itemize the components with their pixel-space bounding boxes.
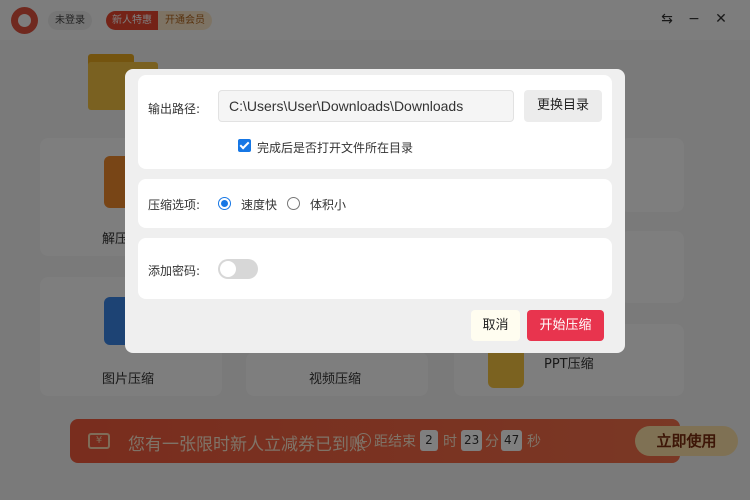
open-folder-checkbox[interactable] xyxy=(238,139,251,152)
output-path-input[interactable] xyxy=(218,90,514,122)
open-folder-label[interactable]: 完成后是否打开文件所在目录 xyxy=(257,139,413,156)
password-panel: 添加密码: xyxy=(138,238,612,299)
output-path-label: 输出路径: xyxy=(148,102,201,116)
compress-option-label: 压缩选项: xyxy=(148,198,201,212)
radio-small-label[interactable]: 体积小 xyxy=(310,196,346,213)
output-path-panel: 输出路径: 更换目录 完成后是否打开文件所在目录 xyxy=(138,75,612,169)
radio-small[interactable] xyxy=(287,197,300,210)
radio-fast-label[interactable]: 速度快 xyxy=(241,196,277,213)
change-directory-button[interactable]: 更换目录 xyxy=(524,90,602,122)
password-label: 添加密码: xyxy=(148,264,201,278)
password-toggle[interactable] xyxy=(218,259,258,279)
radio-fast[interactable] xyxy=(218,197,231,210)
compress-option-panel: 压缩选项: 速度快 体积小 xyxy=(138,179,612,228)
start-compress-button[interactable]: 开始压缩 xyxy=(527,310,604,341)
compress-dialog: 输出路径: 更换目录 完成后是否打开文件所在目录 压缩选项: 速度快 体积小 添… xyxy=(125,69,625,353)
cancel-button[interactable]: 取消 xyxy=(471,310,520,341)
